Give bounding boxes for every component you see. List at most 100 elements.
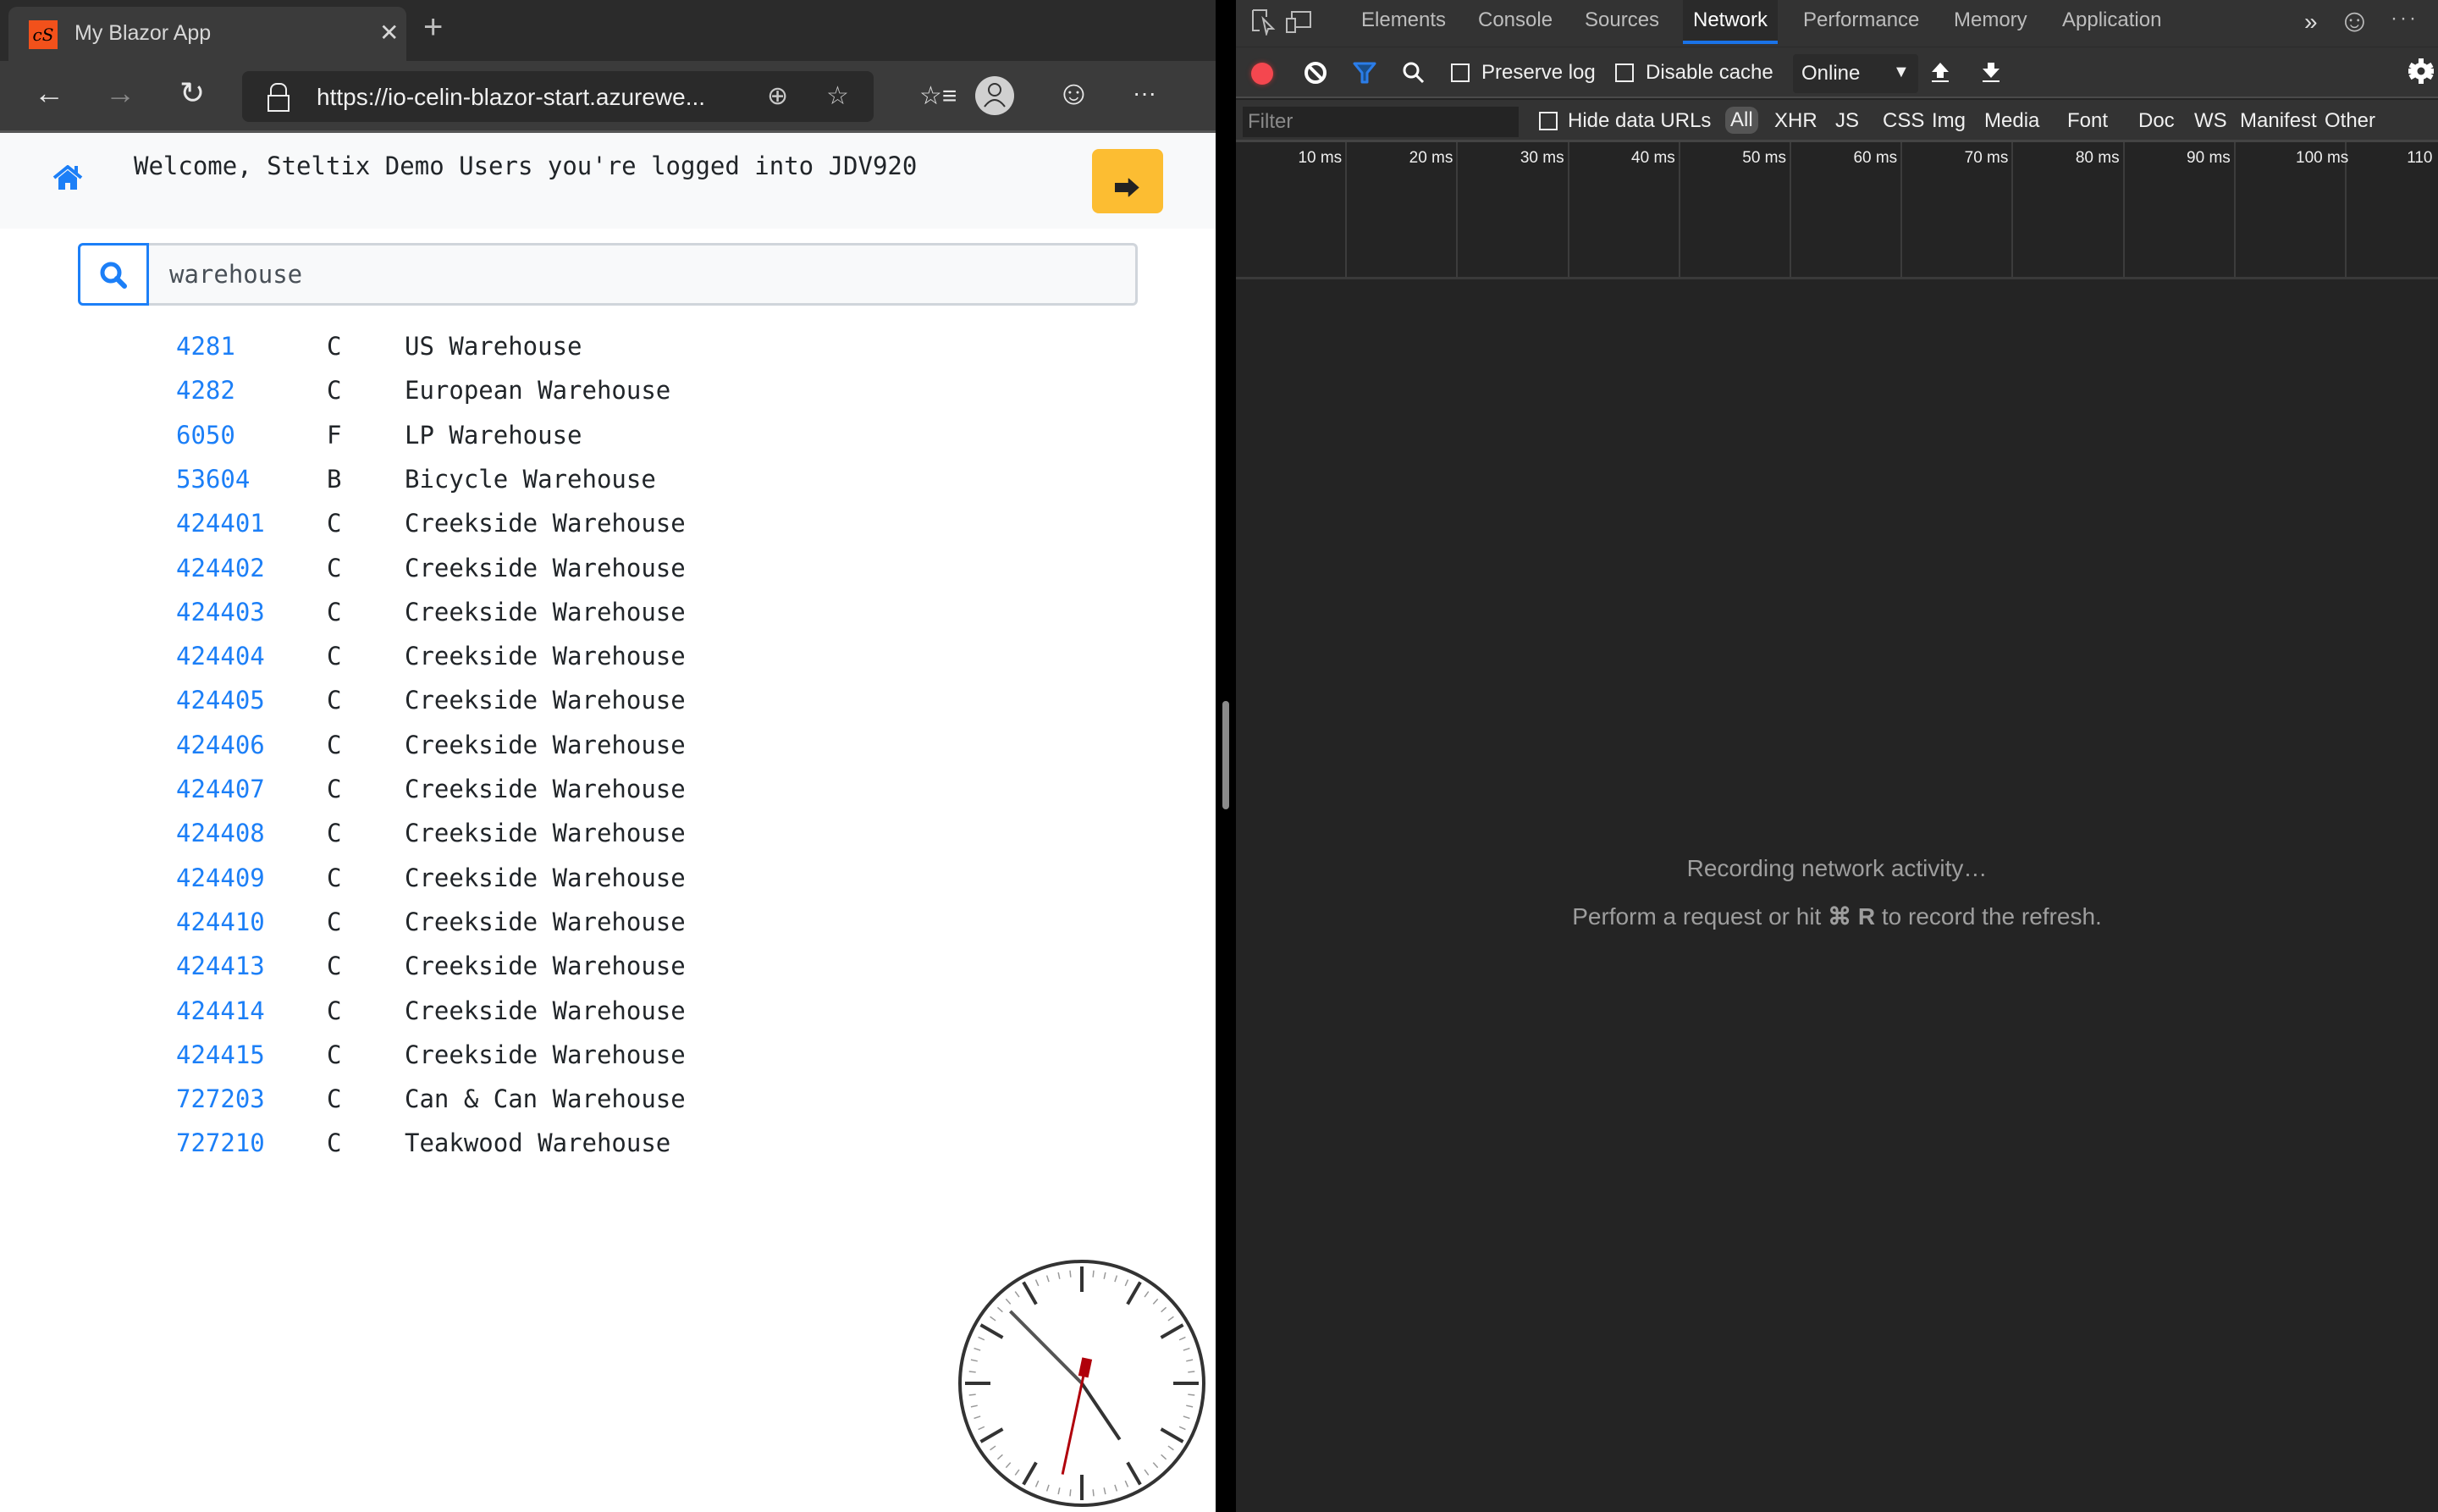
filter-icon[interactable]	[1353, 61, 1376, 85]
filter-type-all[interactable]: All	[1725, 107, 1758, 134]
add-icon[interactable]: ⊕	[767, 81, 788, 111]
feedback-smiley-icon[interactable]: ☺	[1056, 76, 1091, 110]
forward-button[interactable]: →	[105, 76, 135, 110]
result-code-link[interactable]: 424405	[176, 680, 265, 720]
address-bar[interactable]: https://io-celin-blazor-start.azurewe...…	[242, 71, 874, 122]
sign-out-icon: ⮕	[1114, 175, 1139, 203]
filter-type-css[interactable]: CSS	[1883, 109, 1924, 133]
filter-type-manifest[interactable]: Manifest	[2240, 109, 2317, 133]
export-har-icon[interactable]	[1981, 61, 2001, 83]
result-code-link[interactable]: 727203	[176, 1079, 265, 1119]
tab-elements[interactable]: Elements	[1361, 0, 1446, 44]
disable-cache-label: Disable cache	[1646, 61, 1773, 84]
settings-gear-icon[interactable]	[2408, 58, 2435, 85]
result-name: Creekside Warehouse	[405, 509, 686, 538]
tab-memory[interactable]: Memory	[1954, 0, 2027, 44]
devtools-menu-icon[interactable]: ···	[2391, 7, 2419, 30]
filter-type-media[interactable]: Media	[1984, 109, 2039, 133]
tab-console[interactable]: Console	[1478, 0, 1553, 44]
search-input[interactable]	[149, 243, 1138, 306]
result-code-link[interactable]: 4282	[176, 370, 235, 411]
profile-avatar[interactable]	[975, 76, 1014, 115]
result-code-link[interactable]: 53604	[176, 459, 250, 499]
reload-button[interactable]: ↻	[179, 76, 205, 110]
result-code-link[interactable]: 424406	[176, 725, 265, 765]
search-icon	[100, 262, 127, 289]
back-button[interactable]: ←	[34, 76, 64, 110]
import-har-icon[interactable]	[1930, 61, 1950, 83]
filter-type-xhr[interactable]: XHR	[1774, 109, 1817, 133]
welcome-message: Welcome, Steltix Demo Users you're logge…	[134, 152, 918, 180]
result-type: C	[327, 996, 342, 1025]
search-group	[78, 243, 1138, 306]
more-tabs-icon[interactable]: »	[2304, 8, 2318, 36]
result-code-link[interactable]: 424407	[176, 769, 265, 809]
new-tab-button[interactable]: +	[423, 10, 443, 44]
result-name: Creekside Warehouse	[405, 775, 686, 803]
result-code-link[interactable]: 424415	[176, 1035, 265, 1075]
result-code-link[interactable]: 424401	[176, 503, 265, 544]
result-code-link[interactable]: 424413	[176, 946, 265, 986]
result-code-link[interactable]: 424414	[176, 991, 265, 1031]
result-name: Creekside Warehouse	[405, 597, 686, 626]
result-name: Creekside Warehouse	[405, 863, 686, 892]
result-row: 727203 C Can & Can Warehouse	[0, 1079, 847, 1119]
device-toolbar-icon[interactable]	[1285, 10, 1312, 36]
browser-tab[interactable]: cS My Blazor App ✕	[8, 7, 406, 63]
favorites-icon[interactable]: ☆≡	[919, 80, 957, 113]
tab-application[interactable]: Application	[2062, 0, 2161, 44]
filter-input[interactable]	[1243, 107, 1519, 137]
record-button[interactable]	[1251, 63, 1273, 85]
search-button[interactable]	[78, 243, 149, 306]
filter-type-js[interactable]: JS	[1835, 109, 1859, 133]
add-favorite-icon[interactable]: ☆	[826, 81, 849, 111]
result-row: 53604 B Bicycle Warehouse	[0, 459, 847, 499]
result-code-link[interactable]: 424410	[176, 902, 265, 942]
filter-type-doc[interactable]: Doc	[2138, 109, 2175, 133]
result-code-link[interactable]: 6050	[176, 415, 235, 455]
filter-type-other[interactable]: Other	[2325, 109, 2375, 133]
home-icon[interactable]	[52, 165, 83, 190]
result-code-link[interactable]: 424404	[176, 636, 265, 676]
preserve-log-checkbox[interactable]	[1451, 63, 1470, 82]
scrollbar-thumb[interactable]	[1222, 701, 1229, 809]
network-overview-timeline[interactable]: 10 ms 20 ms 30 ms 40 ms 50 ms 60 ms 70 ms 80 ms…	[1236, 142, 2438, 279]
tab-network[interactable]: Network	[1683, 0, 1779, 44]
clock-minute-mark	[1069, 1489, 1072, 1497]
search-icon[interactable]	[1402, 61, 1426, 85]
result-row: 424415 C Creekside Warehouse	[0, 1035, 847, 1075]
throttling-select[interactable]: Online ▼	[1793, 54, 1918, 93]
filter-type-img[interactable]: Img	[1932, 109, 1966, 133]
disable-cache-checkbox[interactable]	[1615, 63, 1634, 82]
filter-type-font[interactable]: Font	[2067, 109, 2108, 133]
result-code-link[interactable]: 424403	[176, 592, 265, 632]
result-name: US Warehouse	[405, 332, 582, 361]
result-row: 424405 C Creekside Warehouse	[0, 680, 847, 720]
result-code-link[interactable]: 424408	[176, 813, 265, 853]
empty-state: Recording network activity… Perform a re…	[1236, 855, 2438, 950]
more-options-icon[interactable]: ···	[1133, 76, 1156, 110]
result-name: Creekside Warehouse	[405, 730, 686, 759]
hide-data-urls-label: Hide data URLs	[1568, 109, 1712, 132]
pane-divider[interactable]	[1216, 0, 1236, 1512]
logout-button[interactable]: ⮕	[1092, 149, 1163, 213]
inspect-element-icon[interactable]	[1251, 8, 1277, 36]
tab-sources[interactable]: Sources	[1585, 0, 1659, 44]
result-name: Creekside Warehouse	[405, 907, 686, 936]
result-row: 424410 C Creekside Warehouse	[0, 902, 847, 942]
feedback-smiley-icon[interactable]: ☺	[2338, 3, 2371, 40]
result-code-link[interactable]: 4281	[176, 326, 235, 367]
result-code-link[interactable]: 424409	[176, 858, 265, 898]
close-tab-icon[interactable]: ✕	[379, 19, 399, 47]
timeline-gridline	[1236, 142, 2438, 278]
result-name: Creekside Warehouse	[405, 686, 686, 715]
tab-performance[interactable]: Performance	[1803, 0, 1919, 44]
result-row: 424402 C Creekside Warehouse	[0, 548, 847, 588]
hide-data-urls-checkbox[interactable]	[1539, 112, 1558, 130]
result-row: 424413 C Creekside Warehouse	[0, 946, 847, 986]
filter-type-ws[interactable]: WS	[2194, 109, 2227, 133]
url-text[interactable]: https://io-celin-blazor-start.azurewe...	[317, 84, 705, 111]
result-code-link[interactable]: 424402	[176, 548, 265, 588]
result-code-link[interactable]: 727210	[176, 1123, 265, 1163]
clear-icon[interactable]	[1304, 61, 1327, 85]
